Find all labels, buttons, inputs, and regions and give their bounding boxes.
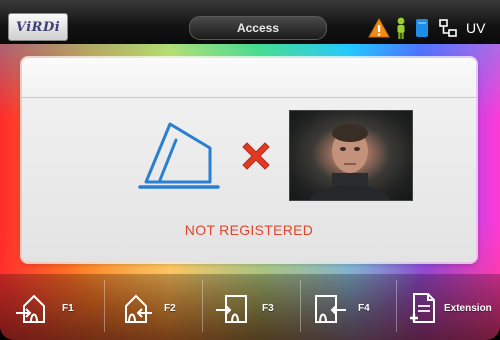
divider <box>104 280 105 332</box>
warning-icon <box>368 16 390 40</box>
f2-button[interactable]: F2 <box>116 286 176 330</box>
home-enter-icon <box>14 288 52 328</box>
virdi-logo: ViRDi <box>8 13 68 41</box>
f2-label: F2 <box>164 302 176 314</box>
f3-label: F3 <box>262 302 274 314</box>
divider <box>202 280 203 332</box>
red-x-icon <box>238 138 274 174</box>
f1-button[interactable]: F1 <box>14 286 74 330</box>
f4-label: F4 <box>358 302 370 314</box>
camera-photo <box>289 110 413 201</box>
fingerprint-scanner-icon <box>138 118 220 192</box>
panel-header <box>22 58 476 98</box>
f3-button[interactable]: F3 <box>214 286 274 330</box>
uv-label: UV <box>466 20 486 36</box>
divider <box>396 280 397 332</box>
home-leave-icon <box>116 288 154 328</box>
person-icon <box>394 16 408 40</box>
door-leave-icon <box>310 288 348 328</box>
network-icon <box>438 16 458 40</box>
page-title: Access <box>236 21 280 35</box>
f1-label: F1 <box>62 302 74 314</box>
card-icon <box>414 16 430 40</box>
status-message: NOT REGISTERED <box>184 222 314 238</box>
divider <box>300 280 301 332</box>
logo-text: ViRDi <box>15 19 61 35</box>
extension-button[interactable]: Extension <box>404 286 492 330</box>
status-icons: UV <box>368 16 494 40</box>
door-enter-icon <box>214 288 252 328</box>
uv-icon: UV <box>466 16 494 40</box>
f4-button[interactable]: F4 <box>310 286 370 330</box>
document-add-icon <box>404 288 442 328</box>
top-bar: ViRDi Access UV <box>0 0 500 44</box>
extension-label: Extension <box>444 302 492 314</box>
screen-title-pill: Access <box>189 16 327 40</box>
